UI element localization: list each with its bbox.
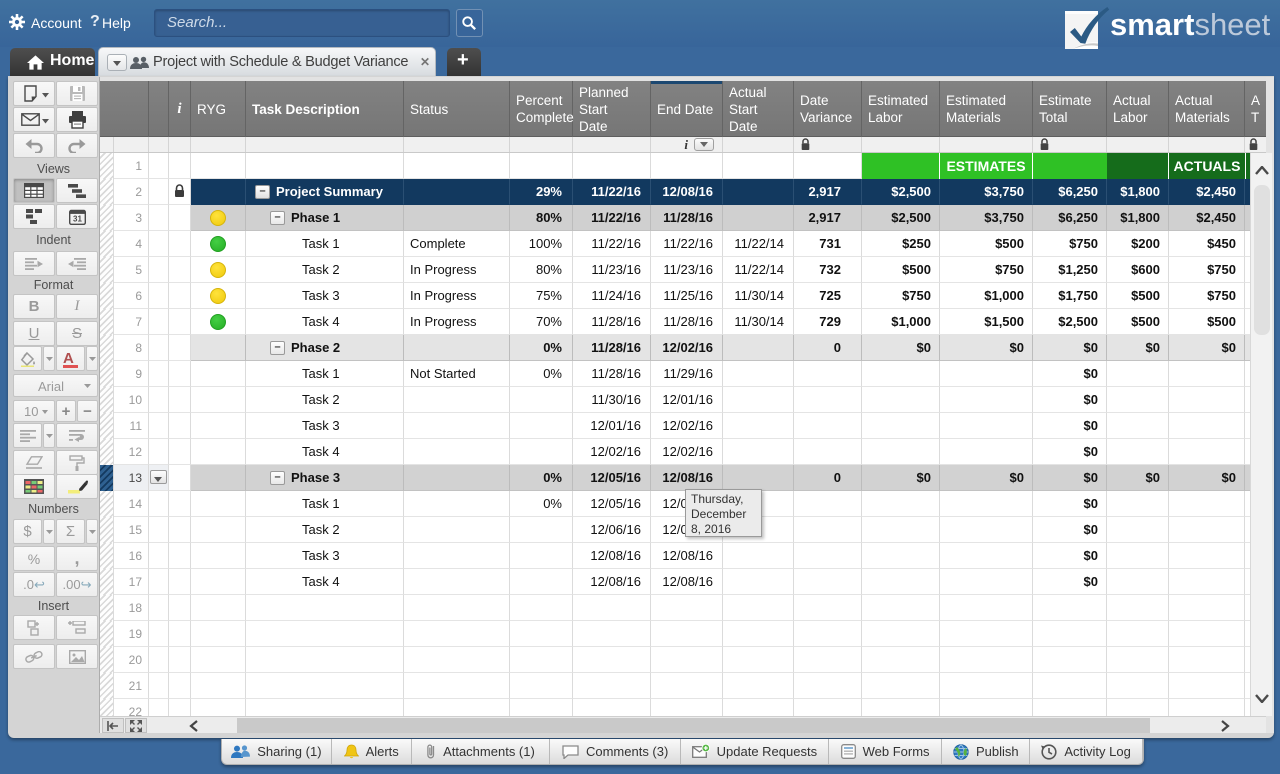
svg-text:31: 31 xyxy=(73,214,82,223)
